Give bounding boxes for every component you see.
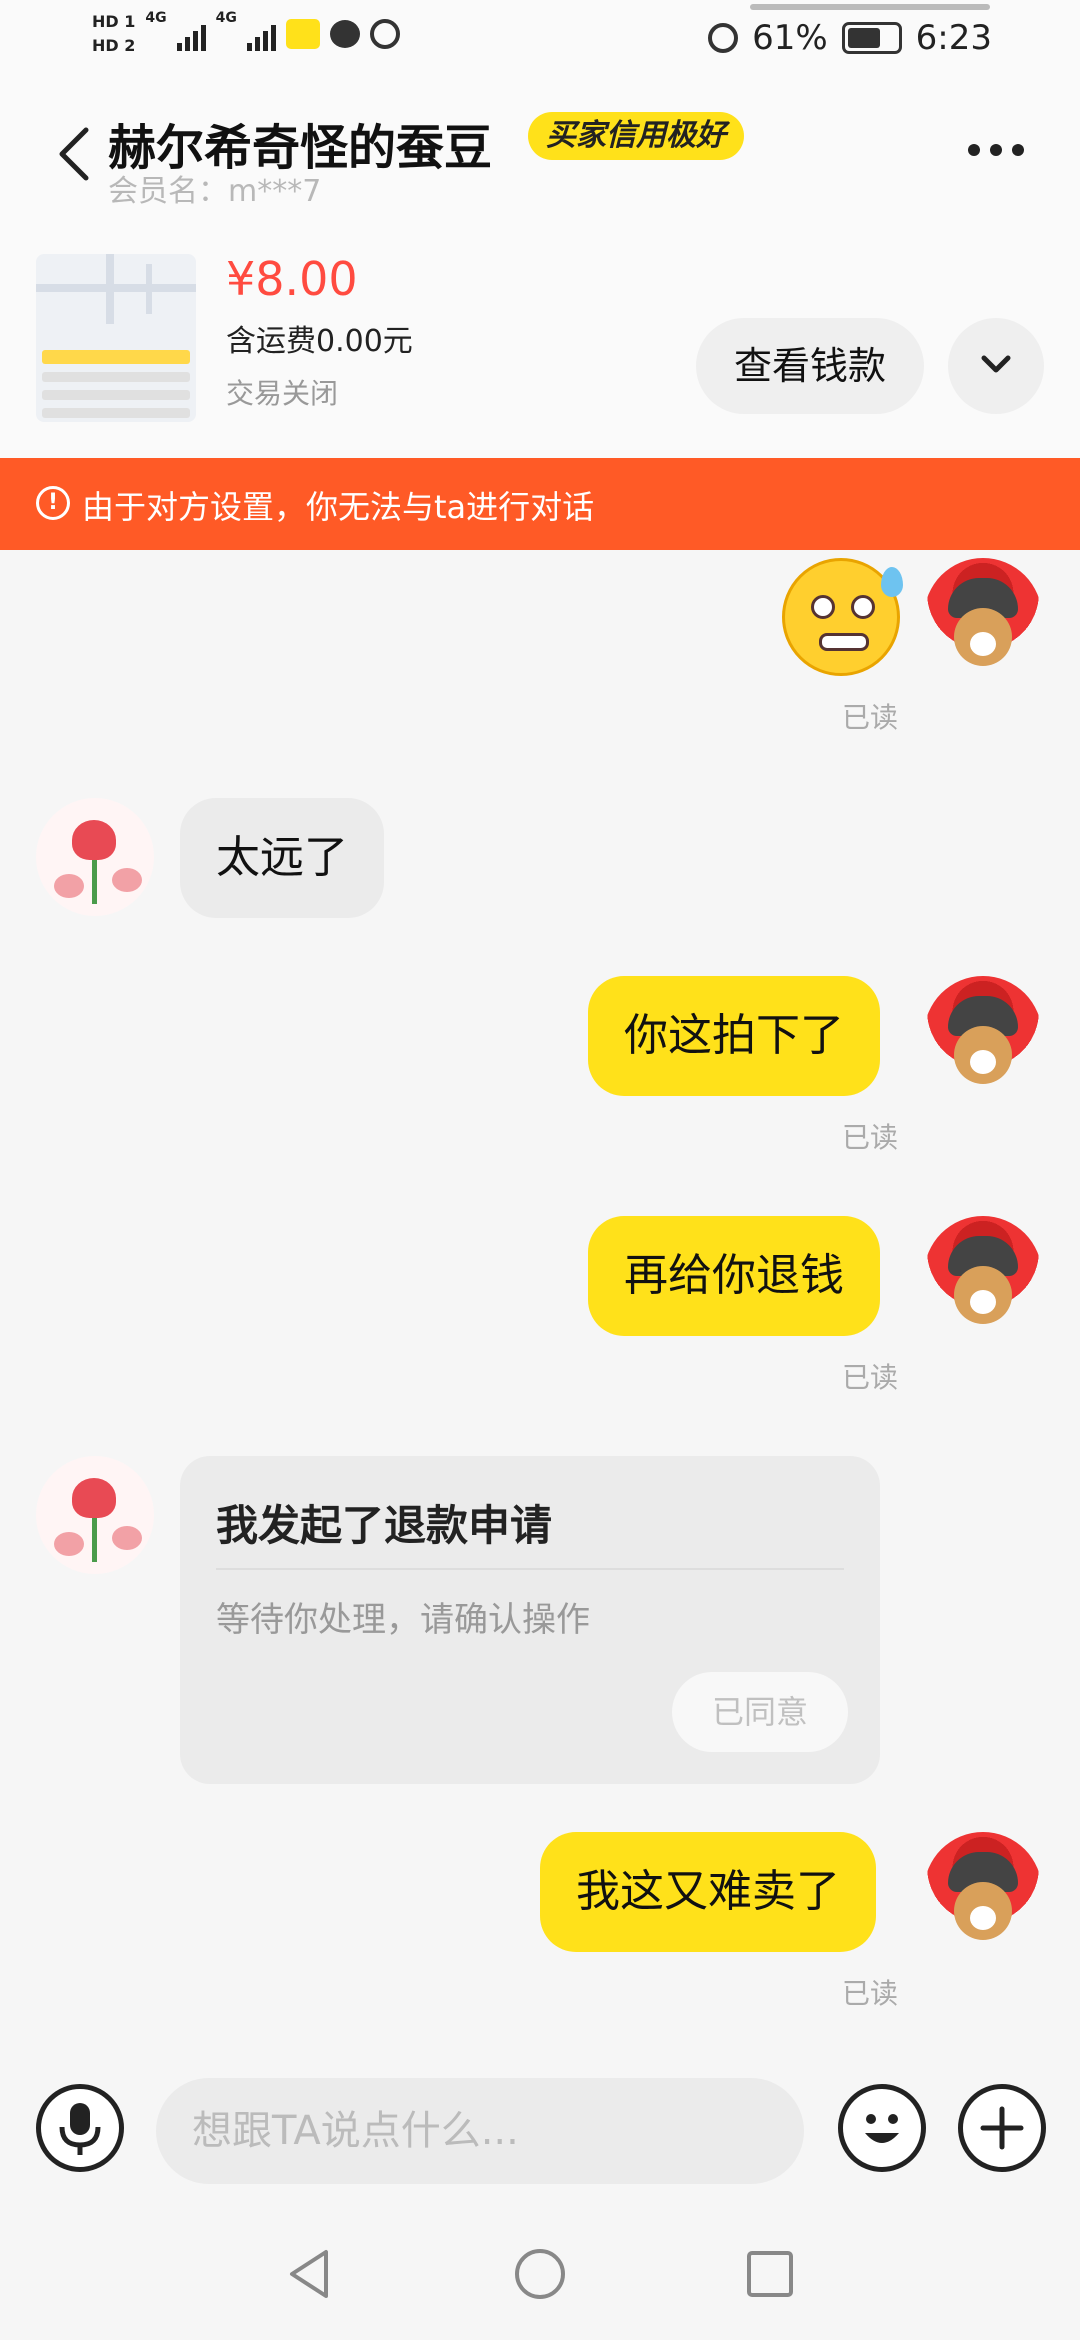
sim1-label: HD 1 [92,12,136,31]
smiley-icon [865,2114,899,2143]
alarm-icon [708,23,739,53]
nav-home-icon[interactable] [510,2244,570,2304]
dot-icon [990,144,1002,156]
notice-banner: ! 由于对方设置，你无法与ta进行对话 [0,458,1080,550]
battery-icon [841,22,902,54]
nav-recents-icon[interactable] [740,2244,800,2304]
contact-avatar[interactable] [36,798,154,916]
battery-percent: 61% [752,18,828,58]
refund-request-card[interactable]: 我发起了退款申请 等待你处理，请确认操作 已同意 [180,1456,880,1784]
chevron-down-icon [981,355,1011,373]
item-card: ¥8.00 含运费0.00元 交易关闭 查看钱款 [0,234,1080,458]
shipping-fee: 含运费0.00元 [226,324,413,359]
message-bubble-sent[interactable]: 你这拍下了 [588,976,880,1096]
item-price: ¥8.00 [226,252,358,306]
status-left: HD 1 HD 2 4G 4G [92,10,400,58]
expand-button[interactable] [948,318,1044,414]
credit-badge: 买家信用极好 [528,112,744,160]
network1-label: 4G [145,10,167,26]
sweat-emoji-sticker[interactable] [782,558,903,676]
dot-icon [968,144,980,156]
system-nav-bar [0,2208,1080,2340]
voice-button[interactable] [36,2084,124,2172]
my-avatar[interactable] [924,1216,1042,1334]
my-avatar[interactable] [924,558,1042,676]
view-payment-button[interactable]: 查看钱款 [696,318,924,414]
clock: 6:23 [915,18,992,58]
hand-notification-icon [369,19,400,49]
back-button[interactable] [54,124,94,184]
message-bubble-sent[interactable]: 再给你退钱 [588,1216,880,1336]
network2-label: 4G [215,10,237,26]
emoji-button[interactable] [838,2084,926,2172]
message-input[interactable] [156,2078,804,2184]
read-receipt: 已读 [842,1977,899,2010]
chevron-left-icon [59,127,89,181]
signal1-icon [176,17,206,51]
refund-card-title: 我发起了退款申请 [216,1501,553,1550]
message-bubble-received[interactable]: 太远了 [180,798,384,918]
more-options-button[interactable] [968,144,1024,156]
refund-card-subtitle: 等待你处理，请确认操作 [216,1600,590,1640]
plus-icon [980,2106,1024,2150]
app-notification-icon [285,19,320,49]
divider [216,1568,844,1570]
contact-avatar[interactable] [36,1456,154,1574]
input-bar [0,2058,1080,2208]
status-bar-handle [750,4,990,10]
message-bubble-sent[interactable]: 我这又难卖了 [540,1832,876,1952]
read-receipt: 已读 [842,1121,899,1154]
dot-icon [1012,144,1024,156]
item-thumbnail[interactable] [36,254,196,422]
notice-text: 由于对方设置，你无法与ta进行对话 [82,488,595,526]
more-actions-button[interactable] [958,2084,1046,2172]
microphone-icon [59,2103,101,2155]
message-notification-icon [329,20,360,48]
status-bar: HD 1 HD 2 4G 4G 61% 6:23 [0,0,1080,84]
my-avatar[interactable] [924,1832,1042,1950]
read-receipt: 已读 [842,1361,899,1394]
agreed-button[interactable]: 已同意 [672,1672,848,1752]
status-right: 61% 6:23 [708,18,992,58]
signal2-icon [246,17,276,51]
read-receipt: 已读 [842,701,899,734]
warning-icon: ! [36,486,70,520]
my-avatar[interactable] [924,976,1042,1094]
member-name: 会员名：m***7 [108,174,322,209]
nav-back-icon[interactable] [280,2244,340,2304]
chat-header: 赫尔希奇怪的蚕豆 买家信用极好 会员名：m***7 [0,84,1080,234]
sim-labels: HD 1 HD 2 [92,10,135,58]
sim2-label: HD 2 [92,36,136,55]
trade-status: 交易关闭 [226,377,339,410]
